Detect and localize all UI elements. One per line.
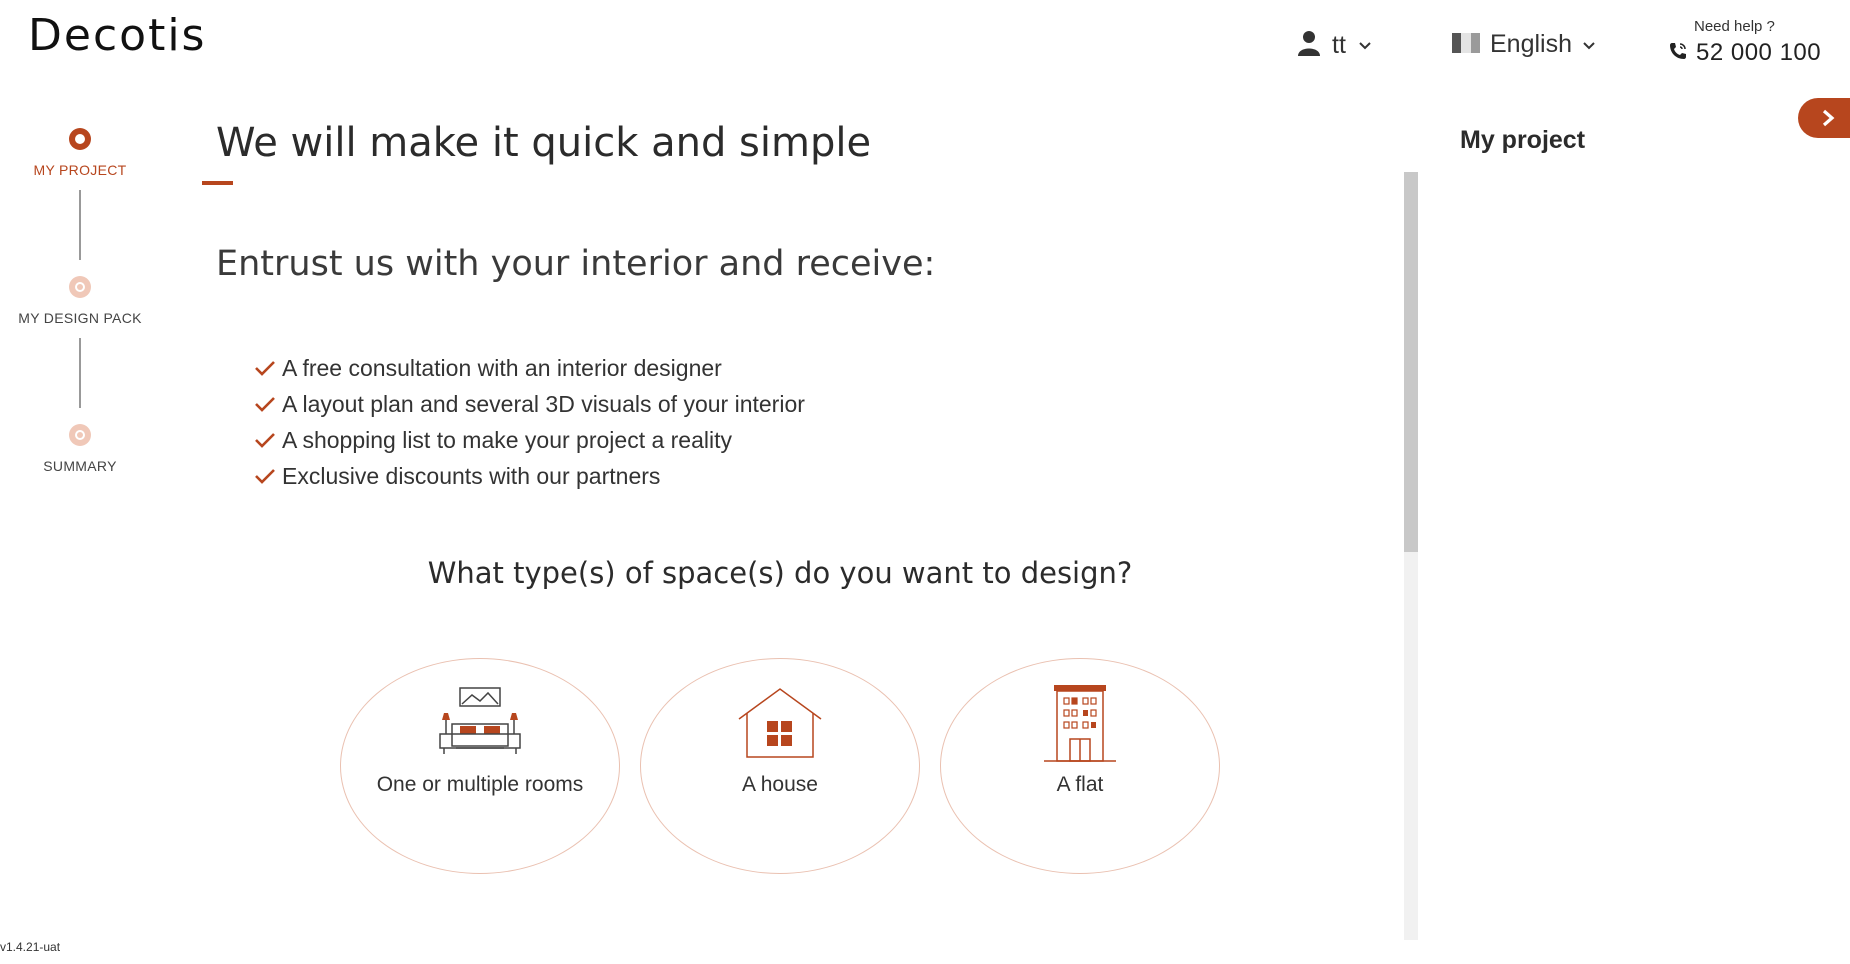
language-label: English [1490,30,1572,58]
benefits-list: A free consultation with an interior des… [254,350,805,494]
benefit-text: A free consultation with an interior des… [282,354,722,381]
option-rooms[interactable]: One or multiple rooms [340,658,620,874]
user-menu[interactable]: tt [1298,30,1372,60]
step-active-dot-icon [69,128,91,150]
step-my-project[interactable]: MY PROJECT [0,128,160,178]
panel-toggle-button[interactable] [1798,98,1850,138]
step-label: MY PROJECT [33,162,127,178]
checkmark-icon [255,469,275,484]
version-label: v1.4.21-uat [0,940,61,954]
option-flat[interactable]: A flat [940,658,1220,874]
bedroom-icon [436,683,524,763]
section-subtitle: Entrust us with your interior and receiv… [216,244,936,284]
user-name: tt [1332,30,1346,59]
phone-row[interactable]: 52 000 100 [1668,39,1821,67]
checkmark-icon [255,361,275,376]
chevron-down-icon [1359,42,1371,50]
help-contact: Need help ? 52 000 100 [1668,18,1821,67]
phone-number[interactable]: 52 000 100 [1696,39,1821,67]
my-project-panel-title: My project [1460,126,1586,154]
benefit-item: A free consultation with an interior des… [254,350,805,386]
checkmark-icon [255,433,275,448]
benefit-text: Exclusive discounts with our partners [282,462,661,489]
step-label: MY DESIGN PACK [18,310,142,326]
benefit-item: Exclusive discounts with our partners [254,458,805,494]
option-label: A flat [1056,773,1104,796]
step-summary[interactable]: SUMMARY [0,424,160,474]
chevron-right-icon [1822,109,1835,127]
decotis-logo[interactable]: Decotis [28,14,206,58]
help-label: Need help ? [1694,18,1775,35]
language-selector[interactable]: English [1452,30,1596,59]
chevron-down-icon [1583,41,1595,49]
space-type-question: What type(s) of space(s) do you want to … [427,556,1133,590]
option-house[interactable]: A house [640,658,920,874]
phone-icon [1668,41,1688,65]
step-inactive-dot-icon [69,424,91,446]
checkmark-icon [255,397,275,412]
benefit-item: A layout plan and several 3D visuals of … [254,386,805,422]
building-icon [1044,683,1116,763]
option-label: A house [742,773,818,796]
page: Decotis tt English Need help ? 52 000 10… [0,0,1850,964]
option-label: One or multiple rooms [376,773,584,796]
step-connector [79,338,81,408]
house-icon [737,683,823,763]
step-label: SUMMARY [43,458,117,474]
content-scrollbar-thumb[interactable] [1404,172,1418,552]
step-inactive-dot-icon [69,276,91,298]
benefit-text: A layout plan and several 3D visuals of … [282,390,805,417]
user-icon [1298,30,1320,60]
benefit-text: A shopping list to make your project a r… [282,426,733,453]
benefit-item: A shopping list to make your project a r… [254,422,805,458]
flag-icon [1452,32,1480,57]
step-my-design-pack[interactable]: MY DESIGN PACK [0,276,160,326]
step-connector [79,190,81,260]
title-underline [202,181,233,185]
page-title: We will make it quick and simple [216,120,872,166]
